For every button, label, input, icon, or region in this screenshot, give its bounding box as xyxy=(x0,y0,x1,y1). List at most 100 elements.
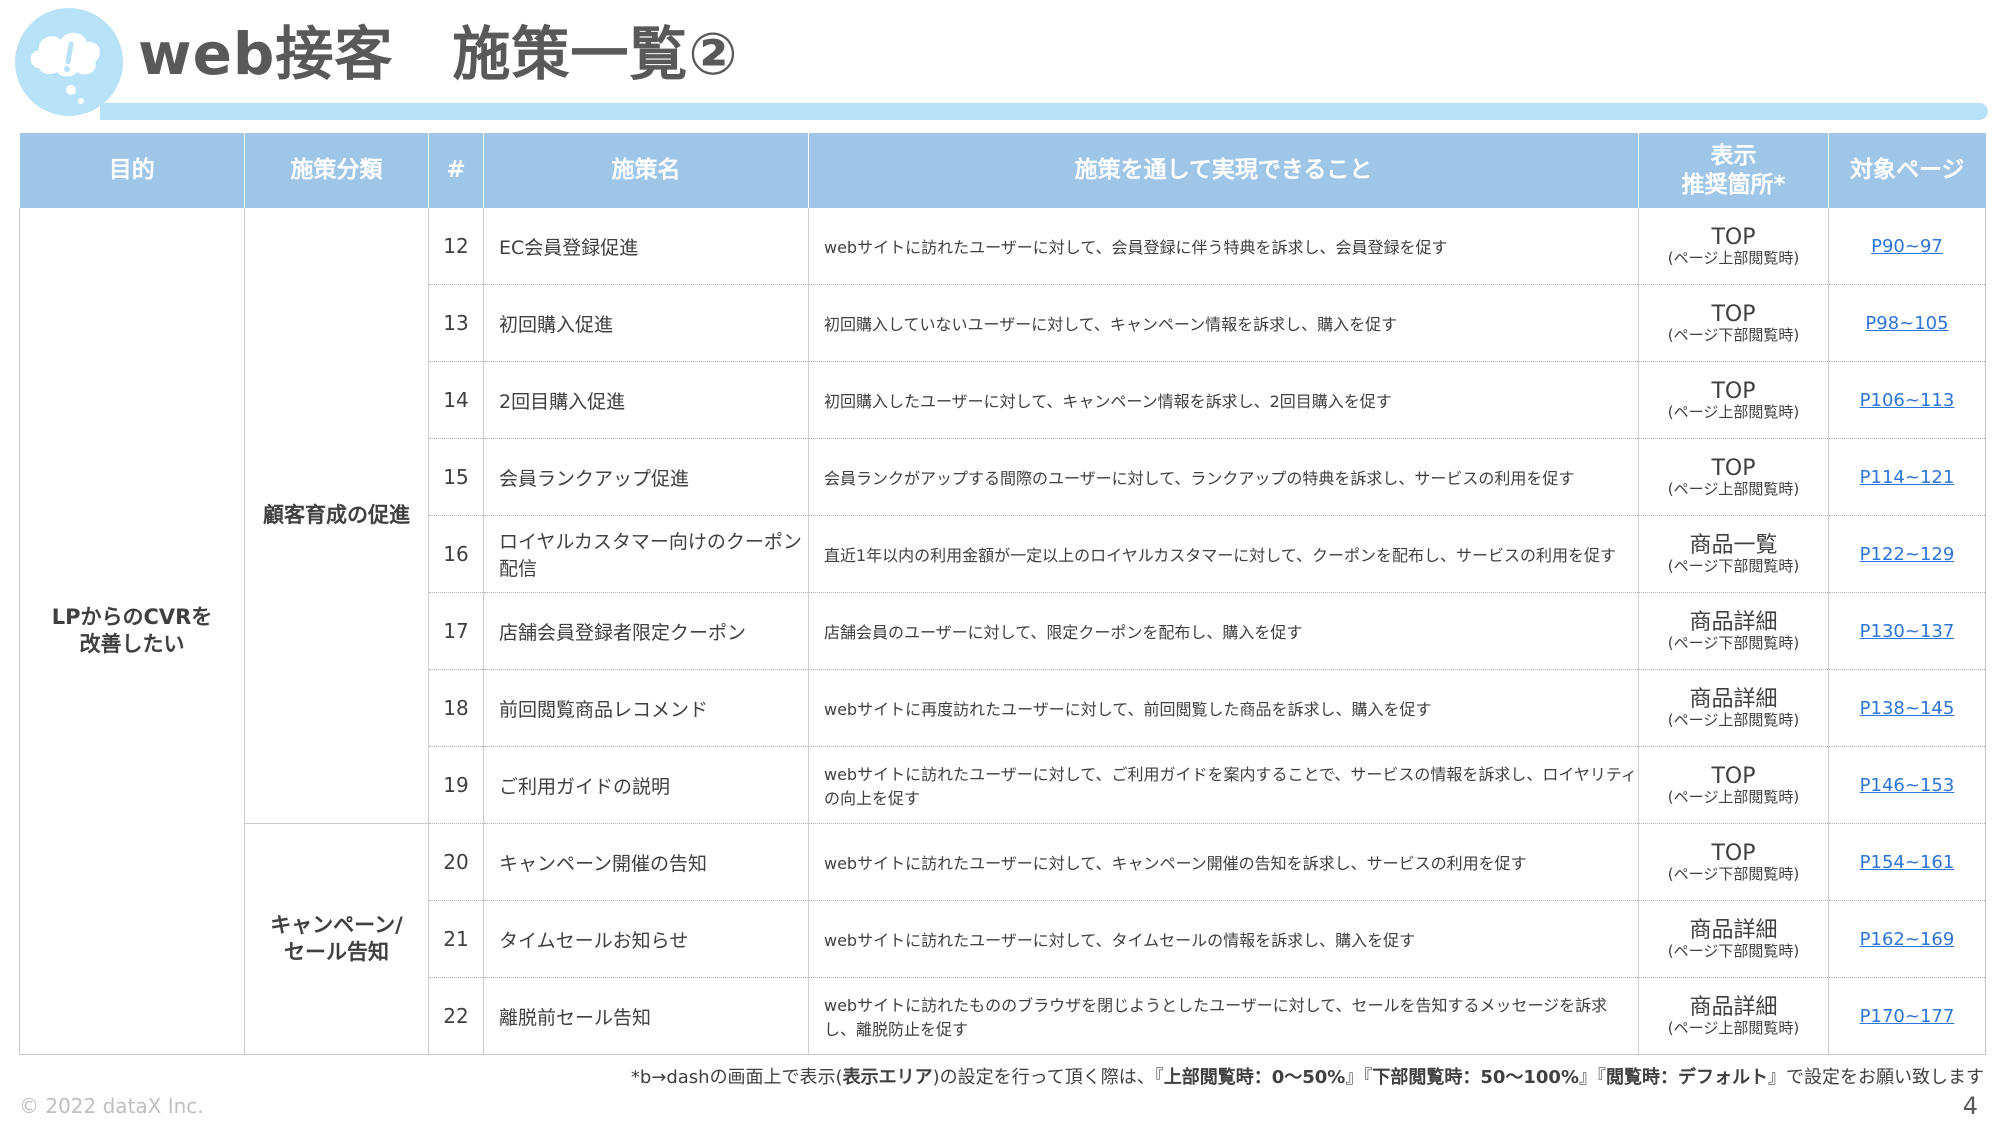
location-main: TOP xyxy=(1711,224,1756,250)
col-header-description: 施策を通して実現できること xyxy=(808,133,1639,208)
location-sub: (ページ上部閲覧時) xyxy=(1667,787,1800,806)
col-header-pages: 対象ページ xyxy=(1828,133,1986,208)
measure-name: ロイヤルカスタマー向けのクーポン配信 xyxy=(483,515,809,593)
measure-description: webサイトに訪れたユーザーに対して、会員登録に伴う特典を訴求し、会員登録を促す xyxy=(808,208,1639,285)
measure-number: 17 xyxy=(428,592,484,670)
measure-number: 15 xyxy=(428,438,484,516)
measure-name: 初回購入促進 xyxy=(483,284,809,362)
footnote: *b→dashの画面上で表示(表示エリア)の設定を行って頂く際は、『上部閲覧時：… xyxy=(630,1067,1984,1088)
table-row: キャンペーン/ セール告知 20 キャンペーン開催の告知 webサイトに訪れたユーザー… xyxy=(20,823,1986,1055)
display-location: TOP (ページ上部閲覧時) xyxy=(1638,438,1829,516)
measure-number: 12 xyxy=(428,208,484,285)
target-page-cell: P90~97 xyxy=(1828,208,1986,285)
measures-table: 目的 施策分類 # 施策名 施策を通して実現できること 表示 推奨箇所* 対象ペ… xyxy=(19,133,1986,1055)
measure-name: タイムセールお知らせ xyxy=(483,900,809,978)
display-location: 商品詳細 (ページ上部閲覧時) xyxy=(1638,977,1829,1055)
measure-description: 店舗会員のユーザーに対して、限定クーポンを配布し、購入を促す xyxy=(808,592,1639,670)
display-location: TOP (ページ下部閲覧時) xyxy=(1638,284,1829,362)
location-sub: (ページ下部閲覧時) xyxy=(1667,325,1800,344)
measure-number: 14 xyxy=(428,361,484,439)
measure-description: 初回購入したユーザーに対して、キャンペーン情報を訴求し、2回目購入を促す xyxy=(808,361,1639,439)
display-location: TOP (ページ上部閲覧時) xyxy=(1638,361,1829,439)
page-number: 4 xyxy=(1962,1092,1978,1120)
copyright: © 2022 dataX Inc. xyxy=(19,1094,204,1118)
measure-name: キャンペーン開催の告知 xyxy=(483,823,809,901)
target-page-link[interactable]: P106~113 xyxy=(1860,390,1955,411)
measure-name: 店舗会員登録者限定クーポン xyxy=(483,592,809,670)
col-header-purpose: 目的 xyxy=(19,133,245,208)
measure-name: 前回閲覧商品レコメンド xyxy=(483,669,809,747)
measure-number: 19 xyxy=(428,746,484,824)
location-sub: (ページ上部閲覧時) xyxy=(1667,248,1800,267)
measure-number: 18 xyxy=(428,669,484,747)
measure-description: 初回購入していないユーザーに対して、キャンペーン情報を訴求し、購入を促す xyxy=(808,284,1639,362)
display-location: TOP (ページ上部閲覧時) xyxy=(1638,208,1829,285)
measure-name: EC会員登録促進 xyxy=(483,208,809,285)
col-header-name: 施策名 xyxy=(483,133,809,208)
measure-number: 22 xyxy=(428,977,484,1055)
location-main: TOP xyxy=(1711,455,1756,481)
target-page-cell: P162~169 xyxy=(1828,900,1986,978)
location-main: 商品一覧 xyxy=(1689,532,1778,558)
target-page-link[interactable]: P154~161 xyxy=(1860,852,1955,873)
location-sub: (ページ上部閲覧時) xyxy=(1667,1018,1800,1037)
location-sub: (ページ上部閲覧時) xyxy=(1667,710,1800,729)
target-page-link[interactable]: P146~153 xyxy=(1860,775,1955,796)
measure-description: 直近1年以内の利用金額が一定以上のロイヤルカスタマーに対して、クーポンを配布し、… xyxy=(808,515,1639,593)
target-page-link[interactable]: P122~129 xyxy=(1860,544,1955,565)
target-page-cell: P170~177 xyxy=(1828,977,1986,1055)
page-title: web接客 施策一覧② xyxy=(138,20,739,88)
measure-name: 2回目購入促進 xyxy=(483,361,809,439)
target-page-cell: P106~113 xyxy=(1828,361,1986,439)
target-page-link[interactable]: P130~137 xyxy=(1860,621,1955,642)
measure-description: 会員ランクがアップする間際のユーザーに対して、ランクアップの特典を訴求し、サービ… xyxy=(808,438,1639,516)
display-location: TOP (ページ上部閲覧時) xyxy=(1638,746,1829,824)
target-page-cell: P114~121 xyxy=(1828,438,1986,516)
col-header-location: 表示 推奨箇所* xyxy=(1638,133,1829,208)
location-sub: (ページ上部閲覧時) xyxy=(1667,402,1800,421)
logo-badge xyxy=(15,8,123,116)
location-main: TOP xyxy=(1711,301,1756,327)
location-main: 商品詳細 xyxy=(1689,609,1778,635)
location-sub: (ページ下部閲覧時) xyxy=(1667,864,1800,883)
measure-description: webサイトに訪れたユーザーに対して、タイムセールの情報を訴求し、購入を促す xyxy=(808,900,1639,978)
target-page-cell: P122~129 xyxy=(1828,515,1986,593)
target-page-link[interactable]: P114~121 xyxy=(1860,467,1955,488)
display-location: 商品詳細 (ページ上部閲覧時) xyxy=(1638,669,1829,747)
title-underline-bar xyxy=(100,103,1988,120)
target-page-cell: P146~153 xyxy=(1828,746,1986,824)
target-page-link[interactable]: P162~169 xyxy=(1860,929,1955,950)
display-location: 商品一覧 (ページ下部閲覧時) xyxy=(1638,515,1829,593)
measure-number: 13 xyxy=(428,284,484,362)
idea-cloud-icon xyxy=(30,32,101,104)
target-page-link[interactable]: P170~177 xyxy=(1860,1006,1955,1027)
location-sub: (ページ下部閲覧時) xyxy=(1667,633,1800,652)
measure-name: 会員ランクアップ促進 xyxy=(483,438,809,516)
display-location: 商品詳細 (ページ下部閲覧時) xyxy=(1638,900,1829,978)
col-header-number: # xyxy=(428,133,484,208)
measure-description: webサイトに訪れたユーザーに対して、キャンペーン開催の告知を訴求し、サービスの… xyxy=(808,823,1639,901)
location-sub: (ページ下部閲覧時) xyxy=(1667,556,1800,575)
target-page-cell: P130~137 xyxy=(1828,592,1986,670)
target-page-link[interactable]: P138~145 xyxy=(1860,698,1955,719)
target-page-link[interactable]: P90~97 xyxy=(1871,236,1943,257)
category-cell: キャンペーン/ セール告知 xyxy=(244,823,429,1055)
measure-name: ご利用ガイドの説明 xyxy=(483,746,809,824)
location-main: 商品詳細 xyxy=(1689,917,1778,943)
location-main: 商品詳細 xyxy=(1689,686,1778,712)
location-main: TOP xyxy=(1711,378,1756,404)
target-page-cell: P98~105 xyxy=(1828,284,1986,362)
location-main: TOP xyxy=(1711,763,1756,789)
measure-description: webサイトに訪れたユーザーに対して、ご利用ガイドを案内することで、サービスの情… xyxy=(808,746,1639,824)
table-header-row: 目的 施策分類 # 施策名 施策を通して実現できること 表示 推奨箇所* 対象ペ… xyxy=(19,133,1986,208)
purpose-cell: LPからのCVRを 改善したい xyxy=(19,208,245,1055)
location-sub: (ページ上部閲覧時) xyxy=(1667,479,1800,498)
measure-number: 21 xyxy=(428,900,484,978)
measure-description: webサイトに再度訪れたユーザーに対して、前回閲覧した商品を訴求し、購入を促す xyxy=(808,669,1639,747)
measure-name: 離脱前セール告知 xyxy=(483,977,809,1055)
measure-description: webサイトに訪れたもののブラウザを閉じようとしたユーザーに対して、セールを告知… xyxy=(808,977,1639,1055)
location-main: 商品詳細 xyxy=(1689,994,1778,1020)
display-location: 商品詳細 (ページ下部閲覧時) xyxy=(1638,592,1829,670)
target-page-link[interactable]: P98~105 xyxy=(1865,313,1948,334)
category-cell: 顧客育成の促進 xyxy=(244,208,429,824)
